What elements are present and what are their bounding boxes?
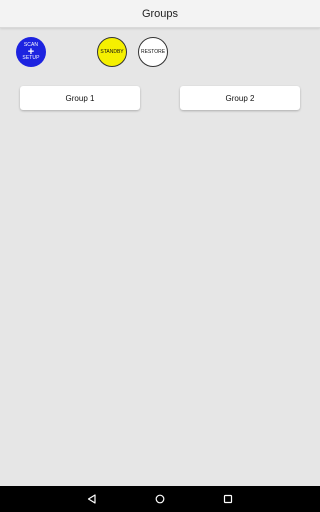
restore-label: RESTORE bbox=[140, 49, 166, 55]
system-navigation-bar bbox=[0, 486, 320, 512]
group-2-label: Group 2 bbox=[225, 93, 255, 103]
setup-label: SETUP bbox=[22, 55, 40, 61]
app-bar: Groups bbox=[0, 0, 320, 28]
group-1-label: Group 1 bbox=[65, 93, 95, 103]
group-1-button[interactable]: Group 1 bbox=[20, 86, 140, 110]
standby-label: STANDBY bbox=[100, 49, 124, 55]
restore-button[interactable]: RESTORE bbox=[138, 37, 168, 67]
home-icon[interactable] bbox=[147, 486, 173, 512]
scan-setup-button[interactable]: SCAN + SETUP bbox=[16, 37, 46, 67]
group-2-button[interactable]: Group 2 bbox=[180, 86, 300, 110]
page-title: Groups bbox=[141, 7, 179, 20]
back-icon[interactable] bbox=[79, 486, 105, 512]
standby-button[interactable]: STANDBY bbox=[97, 37, 127, 67]
recents-icon[interactable] bbox=[215, 486, 241, 512]
